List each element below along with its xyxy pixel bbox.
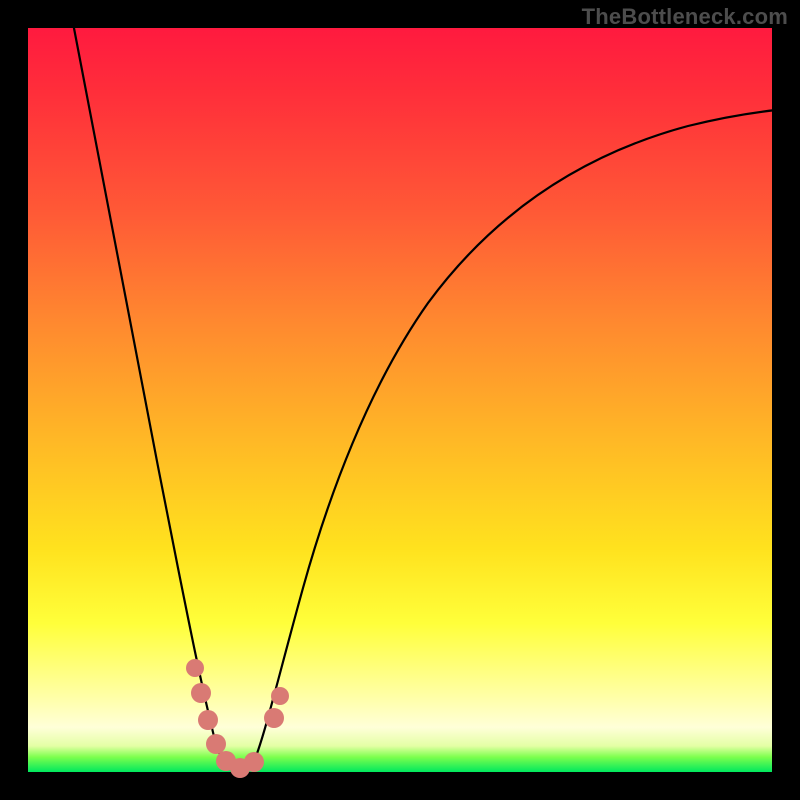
- plot-area: [28, 28, 772, 772]
- chart-frame: TheBottleneck.com: [0, 0, 800, 800]
- curve-layer: [28, 28, 772, 772]
- curve-left: [73, 23, 228, 766]
- marker-dot: [244, 752, 264, 772]
- marker-dot: [206, 734, 226, 754]
- watermark-text: TheBottleneck.com: [582, 4, 788, 30]
- marker-dot: [271, 687, 289, 705]
- marker-dot: [198, 710, 218, 730]
- marker-dot: [264, 708, 284, 728]
- curve-right: [252, 110, 776, 766]
- marker-dot: [186, 659, 204, 677]
- marker-dot: [191, 683, 211, 703]
